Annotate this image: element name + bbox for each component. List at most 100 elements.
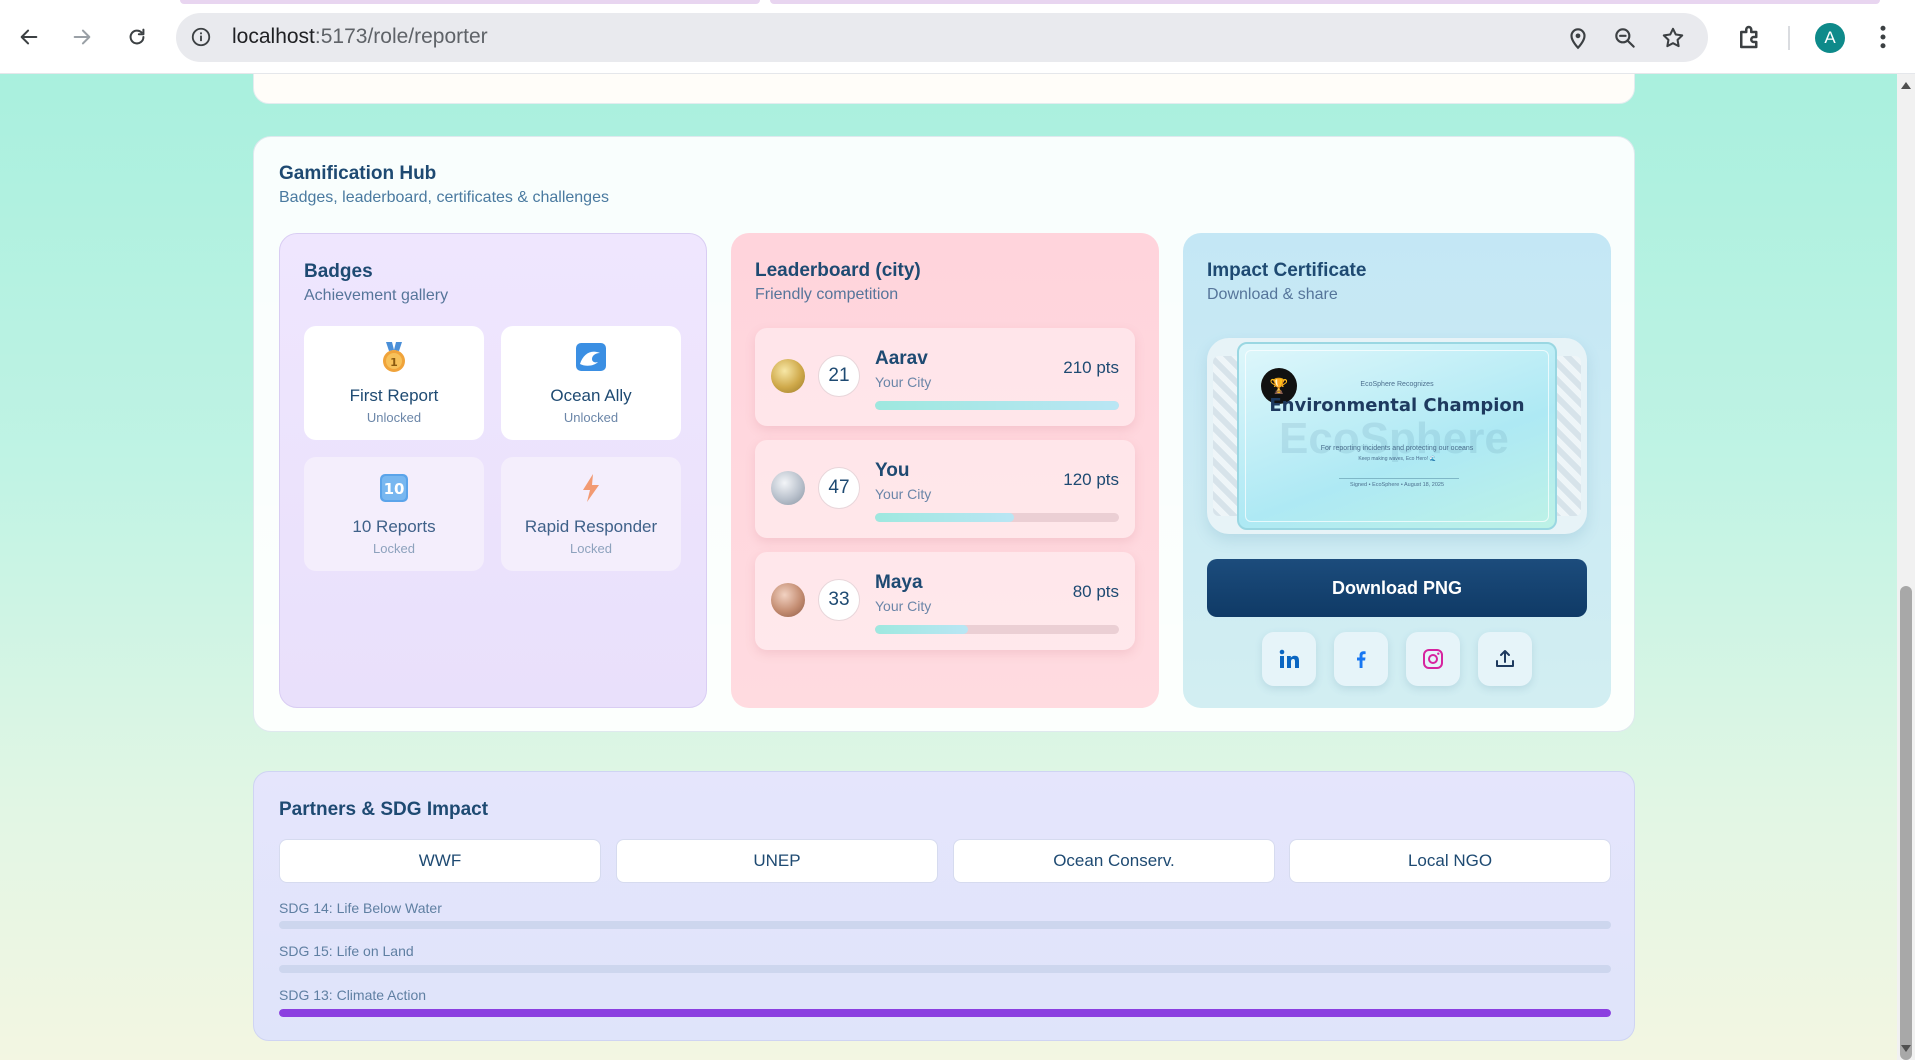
sdg-label: SDG 13: Climate Action: [279, 987, 427, 1003]
certificate-preview[interactable]: EcoSphere 🏆 EcoSphere Recognizes Environ…: [1207, 338, 1587, 534]
points-progress-bar: [875, 401, 1119, 410]
tab-strip-edge: [180, 0, 760, 4]
points-progress-bar: [875, 625, 1119, 634]
medal-icon: 1: [304, 342, 484, 372]
back-button[interactable]: [11, 19, 47, 55]
share-upload-icon: [1496, 650, 1514, 667]
certificate-signature: Signed • EcoSphere • August 18, 2025: [1349, 482, 1445, 488]
badge-name: First Report: [349, 386, 439, 405]
reload-icon: [129, 28, 145, 45]
extensions-puzzle-icon[interactable]: [1735, 22, 1765, 52]
gamification-hub: Gamification Hub Badges, leaderboard, ce…: [253, 136, 1635, 732]
leaderboard-panel: Leaderboard (city) Friendly competition …: [731, 233, 1159, 708]
badges-subtitle: Achievement gallery: [304, 287, 449, 304]
sdg-progress-fill: [279, 1009, 1611, 1017]
forward-button[interactable]: [64, 19, 100, 55]
page-viewport: Gamification Hub Badges, leaderboard, ce…: [0, 74, 1897, 1060]
leaderboard-row[interactable]: 21 Aarav Your City 210 pts: [755, 328, 1135, 426]
browser-toolbar: localhost:5173/role/reporter A: [0, 0, 1915, 74]
badge-state: Locked: [373, 541, 415, 556]
zoom-icon[interactable]: [1612, 25, 1638, 51]
share-instagram-button[interactable]: [1406, 632, 1460, 686]
certificate-reason: For reporting incidents and protecting o…: [1320, 445, 1474, 452]
leaderboard-row[interactable]: 47 You Your City 120 pts: [755, 440, 1135, 538]
scroll-down-arrow-icon[interactable]: [1901, 1045, 1911, 1052]
badge-name: Ocean Ally: [550, 386, 632, 405]
player-name: Aarav: [875, 348, 928, 369]
bronze-medal-icon: [771, 583, 805, 617]
sdg-progress-bar: [279, 921, 1611, 929]
bookmark-star-icon[interactable]: [1660, 25, 1686, 51]
certificate-heading: Environmental Champion: [1269, 395, 1525, 416]
lightning-icon: [501, 473, 681, 503]
address-bar[interactable]: localhost:5173/role/reporter: [176, 13, 1708, 62]
avatar-letter: A: [1824, 28, 1836, 47]
certificate-subtitle: Download & share: [1207, 286, 1338, 303]
sdg-progress-bar: [279, 965, 1611, 973]
player-points: 80 pts: [1072, 582, 1119, 601]
previous-section-card: [253, 74, 1635, 104]
player-name: You: [875, 460, 910, 481]
profile-avatar[interactable]: A: [1815, 23, 1845, 53]
share-generic-button[interactable]: [1478, 632, 1532, 686]
certificate-title: Impact Certificate: [1207, 260, 1367, 281]
badge-name: Rapid Responder: [524, 517, 658, 536]
frame-stripes: [1553, 356, 1581, 516]
gold-medal-icon: [771, 359, 805, 393]
rank-badge: 21: [818, 355, 860, 397]
partners-title: Partners & SDG Impact: [279, 799, 489, 820]
sdg-progress-bar: [279, 1009, 1611, 1017]
badge-state: Locked: [570, 541, 612, 556]
certificate-sheet: EcoSphere 🏆 EcoSphere Recognizes Environ…: [1237, 342, 1557, 530]
share-facebook-button[interactable]: [1334, 632, 1388, 686]
points-progress-fill: [875, 513, 1015, 522]
badge-card[interactable]: 10 10 Reports Locked: [304, 457, 484, 571]
page-scrollbar[interactable]: [1897, 74, 1915, 1060]
player-points: 210 pts: [1063, 358, 1119, 377]
player-points: 120 pts: [1063, 470, 1119, 489]
instagram-icon: [1423, 649, 1443, 669]
leaderboard-title: Leaderboard (city): [755, 260, 921, 281]
rank-badge: 47: [818, 467, 860, 509]
keycap-ten-icon: 10: [304, 473, 484, 503]
url-path: :5173/role/reporter: [314, 25, 488, 48]
partner-pill[interactable]: WWF: [279, 839, 601, 883]
linkedin-icon: [1279, 649, 1299, 668]
toolbar-divider: [1788, 26, 1790, 50]
scroll-up-arrow-icon[interactable]: [1901, 82, 1911, 89]
kebab-menu-icon[interactable]: [1868, 22, 1898, 52]
reload-button[interactable]: [119, 19, 155, 55]
partner-pill[interactable]: Local NGO: [1289, 839, 1611, 883]
url-host: localhost: [232, 25, 315, 48]
player-name: Maya: [875, 572, 923, 593]
badge-state: Unlocked: [563, 410, 619, 425]
badges-panel: Badges Achievement gallery 1 First Repor…: [279, 233, 707, 708]
points-progress-bar: [875, 513, 1119, 522]
certificate-panel: Impact Certificate Download & share EcoS…: [1183, 233, 1611, 708]
url-text[interactable]: localhost:5173/role/reporter: [232, 25, 488, 49]
hub-subtitle: Badges, leaderboard, certificates & chal…: [279, 189, 609, 206]
points-progress-fill: [875, 625, 968, 634]
silver-medal-icon: [771, 471, 805, 505]
leaderboard-subtitle: Friendly competition: [755, 286, 899, 303]
sdg-label: SDG 14: Life Below Water: [279, 900, 442, 916]
rank-badge: 33: [818, 579, 860, 621]
scroll-thumb[interactable]: [1900, 586, 1912, 1060]
partner-pill[interactable]: UNEP: [616, 839, 938, 883]
points-progress-fill: [875, 401, 1119, 410]
download-png-button[interactable]: Download PNG: [1207, 559, 1587, 617]
badge-card[interactable]: 1 First Report Unlocked: [304, 326, 484, 440]
location-pin-icon[interactable]: [1565, 25, 1591, 51]
badges-title: Badges: [304, 261, 373, 282]
badge-card[interactable]: Rapid Responder Locked: [501, 457, 681, 571]
sdg-label: SDG 15: Life on Land: [279, 943, 414, 959]
certificate-recognizes: EcoSphere Recognizes: [1360, 381, 1434, 388]
share-linkedin-button[interactable]: [1262, 632, 1316, 686]
badge-card[interactable]: Ocean Ally Unlocked: [501, 326, 681, 440]
partner-pill[interactable]: Ocean Conserv.: [953, 839, 1275, 883]
leaderboard-row[interactable]: 33 Maya Your City 80 pts: [755, 552, 1135, 650]
site-info-icon[interactable]: [190, 26, 212, 48]
svg-text:10: 10: [384, 480, 405, 498]
tab-strip-edge: [770, 0, 1880, 4]
arrow-left-icon: [20, 29, 38, 45]
